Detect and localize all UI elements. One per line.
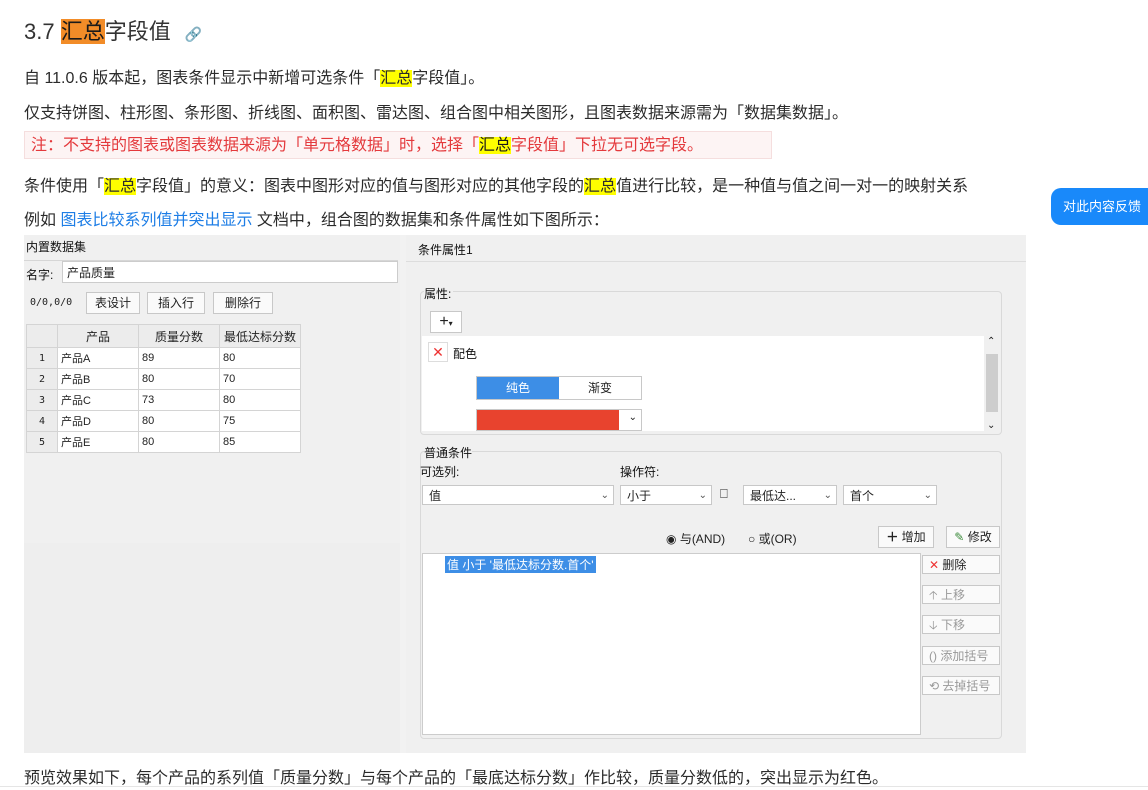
move-down-button[interactable]: 🡣 下移 — [922, 615, 1000, 634]
field-select[interactable]: 最低达... ⌄ — [743, 485, 837, 505]
row-counter: 0/0,0/0 — [30, 297, 73, 308]
heading-text: 字段值 — [104, 19, 171, 44]
table-row[interactable]: 2 产品B 80 70 — [26, 368, 301, 390]
column-select[interactable]: 值 ⌄ — [422, 485, 614, 505]
note-box: 注：不支持的图表或图表数据来源为「单元格数据」时，选择「汇总字段值」下拉无可选字… — [24, 131, 772, 159]
dataset-title: 内置数据集 — [26, 240, 87, 254]
insert-row-button[interactable]: 插入行 — [147, 292, 205, 314]
operator-label: 操作符: — [620, 465, 660, 479]
doc-link[interactable]: 图表比较系列值并突出显示 — [60, 212, 252, 229]
name-input[interactable]: 产品质量 — [62, 261, 398, 283]
column-header: 最低达标分数 — [219, 324, 301, 348]
dataset-panel: 内置数据集 名字: 产品质量 0/0,0/0 表设计 插入行 删除行 产品 质量… — [24, 235, 400, 753]
heading-highlight: 汇总 — [60, 19, 105, 44]
paragraph-support: 仅支持饼图、柱形图、条形图、折线图、面积图、雷达图、组合图中相关图形，且图表数据… — [24, 105, 849, 122]
feedback-button[interactable]: 对此内容反馈 — [1051, 188, 1148, 225]
column-header: 产品 — [57, 324, 139, 348]
design-button[interactable]: 表设计 — [86, 292, 140, 314]
paragraph-version: 自 11.0.6 版本起，图表条件显示中新增可选条件「汇总字段值」。 — [24, 70, 485, 87]
chevron-down-icon: ⌄ — [923, 490, 932, 501]
paragraph-preview: 预览效果如下，每个产品的系列值「质量分数」与每个产品的「最底达标分数」作比较，质… — [24, 770, 889, 787]
field-type-icon[interactable]: ⎕ — [720, 486, 728, 502]
attribute-label: 属性: — [424, 285, 454, 302]
chevron-down-icon: ⌄ — [698, 490, 707, 501]
tab-gradient[interactable]: 渐变 — [559, 377, 641, 399]
tab-solid[interactable]: 纯色 — [477, 377, 559, 399]
color-swatch — [477, 410, 619, 430]
chevron-down-icon: ⌄ — [823, 490, 832, 501]
chevron-down-icon: ⌄ — [600, 490, 609, 501]
condition-expression[interactable]: 值 小于 '最低达标分数.首个' — [445, 556, 596, 573]
section-heading: 3.7 汇总字段值 🔗 — [24, 14, 202, 46]
and-radio[interactable]: ◉ 与(AND) — [666, 530, 725, 547]
name-label: 名字: — [26, 268, 54, 282]
scrollbar[interactable]: ⌃ ⌄ — [984, 336, 1000, 431]
remove-bracket-button[interactable]: ⟲ 去掉括号 — [922, 676, 1000, 695]
normal-condition-label: 普通条件 — [424, 444, 473, 461]
delete-row-button[interactable]: 删除行 — [213, 292, 273, 314]
move-up-button[interactable]: 🡡 上移 — [922, 585, 1000, 604]
attribute-list: ✕ 配色 纯色 渐变 ⌄ ⌃ ⌄ — [422, 336, 1000, 431]
column-label: 可选列: — [420, 465, 460, 479]
condition-title: 条件属性1 — [418, 243, 473, 257]
embedded-screenshot: 内置数据集 名字: 产品质量 0/0,0/0 表设计 插入行 删除行 产品 质量… — [24, 235, 1026, 753]
table-row[interactable]: 1 产品A 89 80 — [26, 347, 301, 369]
heading-number: 3.7 — [24, 19, 61, 44]
table-row[interactable]: 4 产品D 80 75 — [26, 410, 301, 432]
color-label: 配色 — [453, 347, 478, 361]
condition-list[interactable]: 值 小于 '最低达标分数.首个' — [422, 553, 921, 735]
column-header: 质量分数 — [138, 324, 220, 348]
chevron-up-icon[interactable]: ⌃ — [987, 336, 995, 347]
remove-color-icon[interactable]: ✕ — [428, 342, 448, 362]
or-radio[interactable]: ○ 或(OR) — [748, 530, 797, 547]
chevron-down-icon[interactable]: ⌄ — [987, 420, 995, 431]
data-table: 产品 质量分数 最低达标分数 1 产品A 89 80 2 产品B 80 70 3 产品C 73 8… — [26, 324, 301, 453]
add-attribute-button[interactable]: +▾ — [430, 311, 462, 333]
aggregate-select[interactable]: 首个 ⌄ — [843, 485, 937, 505]
paragraph-example: 例如 图表比较系列值并突出显示 文档中，组合图的数据集和条件属性如下图所示： — [24, 212, 609, 229]
table-row[interactable]: 3 产品C 73 80 — [26, 389, 301, 411]
chevron-down-icon: ⌄ — [628, 412, 637, 423]
table-row[interactable]: 5 产品E 80 85 — [26, 431, 301, 453]
edit-condition-button[interactable]: ✎ 修改 — [946, 526, 1000, 548]
condition-panel: 条件属性1 属性: +▾ ✕ 配色 纯色 渐变 ⌄ ⌃ ⌄ 普通条件 可选列: … — [406, 235, 1026, 753]
delete-condition-button[interactable]: ✕ 删除 — [922, 555, 1000, 574]
link-icon[interactable]: 🔗 — [185, 26, 202, 42]
color-picker[interactable]: ⌄ — [476, 409, 642, 431]
add-condition-button[interactable]: ＋ 增加 — [878, 526, 934, 548]
operator-select[interactable]: 小于 ⌄ — [620, 485, 712, 505]
add-bracket-button[interactable]: () 添加括号 — [922, 646, 1000, 665]
color-mode-toggle[interactable]: 纯色 渐变 — [476, 376, 642, 400]
paragraph-meaning: 条件使用「汇总字段值」的意义：图表中图形对应的值与图形对应的其他字段的汇总值进行… — [24, 178, 969, 195]
